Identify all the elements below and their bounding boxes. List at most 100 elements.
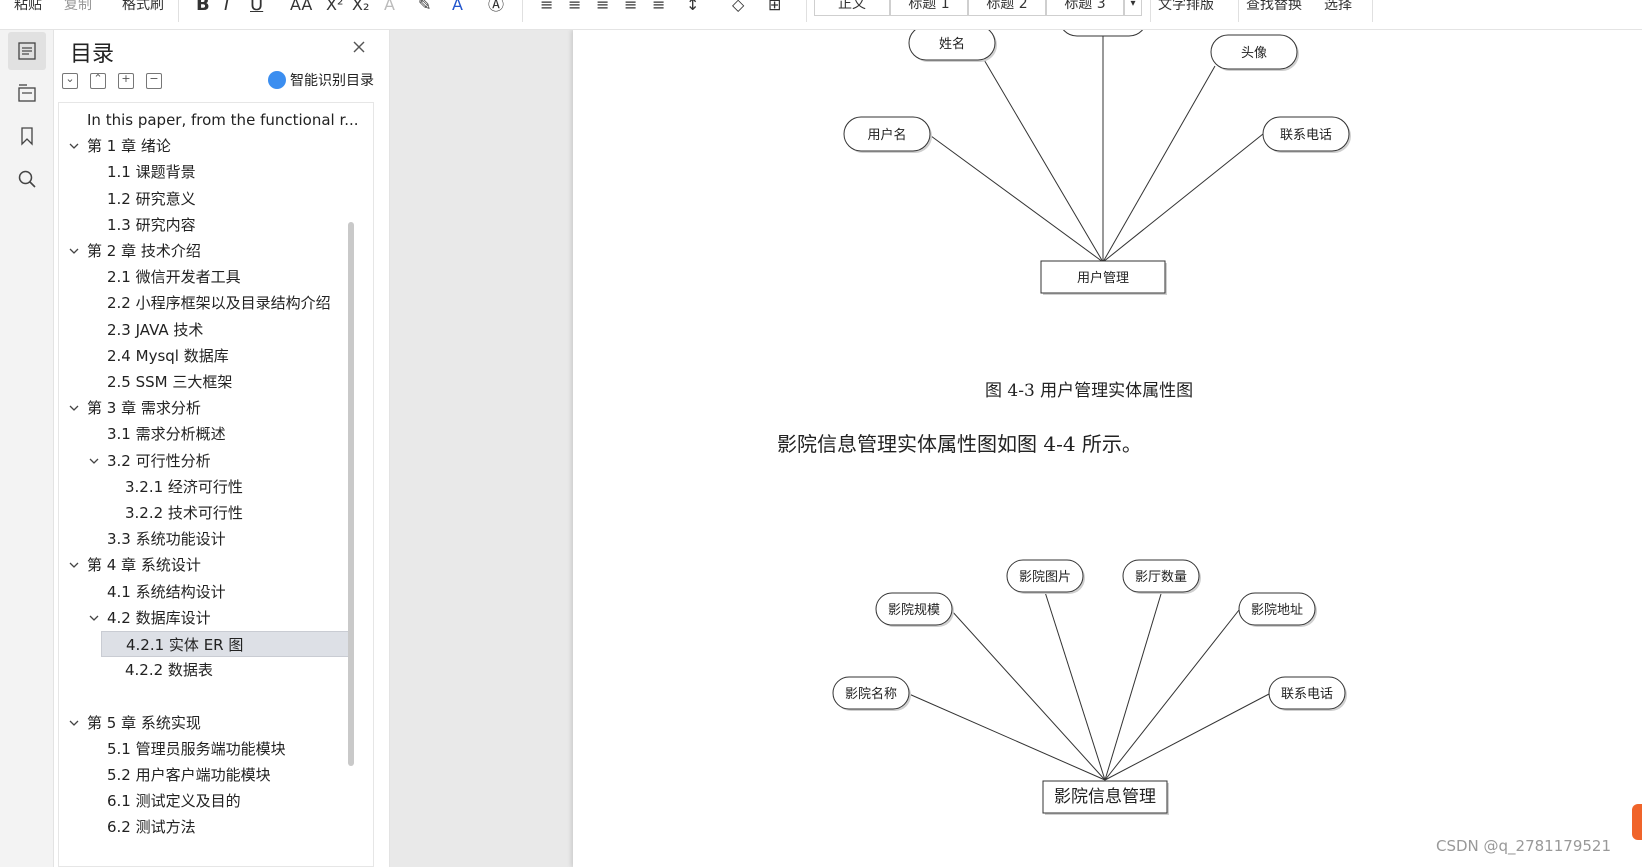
distribute-icon[interactable]: ≡ <box>652 0 665 16</box>
toc-item[interactable]: 1.2 研究意义 <box>59 186 369 212</box>
chapter-nav-button[interactable] <box>8 74 46 112</box>
align-center-icon[interactable]: ≡ <box>568 0 581 16</box>
toc-item-label: 第 4 章 系统设计 <box>87 556 201 575</box>
toc-item-label: 3.1 需求分析概述 <box>107 425 226 444</box>
csdn-watermark: CSDN @q_2781179521 <box>1436 837 1611 855</box>
toc-item[interactable]: 4.1 系统结构设计 <box>59 579 369 605</box>
toc-item[interactable]: 2.3 JAVA 技术 <box>59 317 369 343</box>
toc-title: 目录 <box>70 42 115 67</box>
close-icon[interactable] <box>350 38 368 56</box>
font-color-icon[interactable]: A <box>452 0 463 16</box>
toc-item-label: 2.2 小程序框架以及目录结构介绍 <box>107 294 331 313</box>
relationship-line <box>1104 593 1162 781</box>
document-page[interactable]: 姓名 头像 用户名 联系电话 用户管理 影院图片 影厅数量 影院规模 影院地址 影院名称 联系电话影… <box>573 30 1642 867</box>
toc-item[interactable]: 6.1 测试定义及目的 <box>59 788 369 814</box>
style-normal[interactable]: 正文 <box>814 0 890 16</box>
superscript-icon[interactable]: X² <box>326 0 343 16</box>
toc-item-label: 2.5 SSM 三大框架 <box>107 373 233 391</box>
toc-item[interactable]: 第 3 章 需求分析 <box>59 395 369 421</box>
toc-item[interactable]: 2.2 小程序框架以及目录结构介绍 <box>59 290 369 316</box>
line-spacing-icon[interactable]: ↕ <box>686 0 699 16</box>
toc-item[interactable]: 第 5 章 系统实现 <box>59 710 369 736</box>
toc-item[interactable]: 第 4 章 系统设计 <box>59 552 369 578</box>
style-heading-1[interactable]: 标题 1 <box>890 0 968 16</box>
expand-all-icon[interactable]: + <box>118 72 134 89</box>
text-layout-button[interactable]: 文字排版 <box>1158 0 1214 16</box>
toc-item-label: 第 1 章 绪论 <box>87 137 171 156</box>
toc-item[interactable]: 4.2 数据库设计 <box>59 605 369 631</box>
select-button[interactable]: 选择 <box>1324 0 1352 16</box>
clear-format-icon[interactable]: A <box>384 0 395 16</box>
toc-item-label: 2.3 JAVA 技术 <box>107 320 204 339</box>
format-painter-button[interactable]: 格式刷 <box>122 0 164 16</box>
attribute-label: 姓名 <box>939 36 965 52</box>
chevron-down-icon[interactable] <box>89 456 99 466</box>
toc-item[interactable]: 1.1 课题背景 <box>59 159 369 185</box>
toc-item[interactable]: 6.2 测试方法 <box>59 814 369 840</box>
toc-item[interactable]: 5.2 用户客户端功能模块 <box>59 762 369 788</box>
subscript-icon[interactable]: X₂ <box>352 0 369 16</box>
side-widget-tab[interactable] <box>1632 804 1642 840</box>
toc-item[interactable]: 4.2.1 实体 ER 图 <box>101 631 349 657</box>
align-left-icon[interactable]: ≡ <box>540 0 553 16</box>
nav-rail <box>0 30 54 867</box>
attribute-ellipse-cut <box>1062 30 1144 37</box>
copy-button[interactable]: 复制 <box>64 0 92 16</box>
toc-item-label: 1.2 研究意义 <box>107 189 196 208</box>
chevron-down-icon[interactable] <box>89 613 99 623</box>
bookmark-icon <box>21 127 33 146</box>
chevron-down-icon[interactable] <box>69 141 79 151</box>
attribute-label: 影院图片 <box>1019 570 1071 585</box>
toc-item[interactable]: 3.2.1 经济可行性 <box>59 474 369 500</box>
styles-more-button[interactable]: ▾ <box>1124 0 1142 16</box>
toc-item-label: 6.1 测试定义及目的 <box>107 792 241 811</box>
attribute-label: 影院地址 <box>1251 603 1303 618</box>
toc-item[interactable]: 2.4 Mysql 数据库 <box>59 343 369 369</box>
toc-item-label: 3.3 系统功能设计 <box>107 530 226 549</box>
toc-item-label: 1.3 研究内容 <box>107 215 196 234</box>
toc-item[interactable]: 3.1 需求分析概述 <box>59 421 369 447</box>
toc-item-label: 3.2.2 技术可行性 <box>125 504 243 522</box>
toc-item-label: 1.1 课题背景 <box>107 163 196 182</box>
toc-scrollbar[interactable] <box>348 222 354 766</box>
strikethrough-icon[interactable]: ĀA <box>290 0 312 16</box>
toc-item[interactable]: 4.2.2 数据表 <box>59 657 369 683</box>
collapse-up-icon[interactable]: ⌃ <box>90 72 106 89</box>
toc-item[interactable]: 第 2 章 技术介绍 <box>59 238 369 264</box>
chevron-down-icon[interactable] <box>69 718 79 728</box>
collapse-all-icon[interactable]: − <box>146 72 162 89</box>
border-icon[interactable]: ⊞ <box>768 0 781 16</box>
search-button[interactable] <box>8 160 46 198</box>
expand-down-icon[interactable]: ⌄ <box>62 72 78 89</box>
find-replace-button[interactable]: 查找替换 <box>1246 0 1302 16</box>
justify-icon[interactable]: ≡ <box>624 0 637 16</box>
highlight-icon[interactable]: ✎ <box>418 0 431 16</box>
shading-icon[interactable]: ◇ <box>732 0 744 16</box>
underline-button[interactable]: U <box>250 0 263 16</box>
char-border-icon[interactable]: Ⓐ <box>488 0 504 16</box>
ribbon-toolbar: 粘贴 复制 格式刷 B I U ĀA X² X₂ A ✎ A Ⓐ ≡ ≡ ≡ ≡… <box>0 0 1642 30</box>
toc-pane-button[interactable] <box>8 32 46 70</box>
chevron-down-icon[interactable] <box>69 403 79 413</box>
paste-button[interactable]: 粘贴 <box>14 0 42 16</box>
toc-item[interactable]: 3.3 系统功能设计 <box>59 526 369 552</box>
toc-item[interactable]: 3.2.2 技术可行性 <box>59 500 369 526</box>
bold-button[interactable]: B <box>196 0 210 16</box>
align-right-icon[interactable]: ≡ <box>596 0 609 16</box>
toc-item[interactable]: 1.3 研究内容 <box>59 212 369 238</box>
toc-item[interactable]: 3.2 可行性分析 <box>59 448 369 474</box>
toc-item-label: 4.2 数据库设计 <box>107 608 211 627</box>
smart-toc-button[interactable]: 智能识别目录 <box>268 70 374 90</box>
style-heading-3[interactable]: 标题 3 <box>1046 0 1124 16</box>
toc-item[interactable]: 5.1 管理员服务端功能模块 <box>59 736 369 762</box>
bookmark-button[interactable] <box>8 117 46 155</box>
toc-item[interactable]: 2.5 SSM 三大框架 <box>59 369 369 395</box>
style-heading-2[interactable]: 标题 2 <box>968 0 1046 16</box>
toc-item[interactable]: 2.1 微信开发者工具 <box>59 264 369 290</box>
toc-item-label: 第 2 章 技术介绍 <box>87 242 201 260</box>
chevron-down-icon[interactable] <box>69 560 79 570</box>
toc-item[interactable]: In this paper, from the functional r... <box>59 107 369 133</box>
italic-button[interactable]: I <box>224 0 229 16</box>
toc-item[interactable]: 第 1 章 绪论 <box>59 133 369 159</box>
chevron-down-icon[interactable] <box>69 246 79 256</box>
